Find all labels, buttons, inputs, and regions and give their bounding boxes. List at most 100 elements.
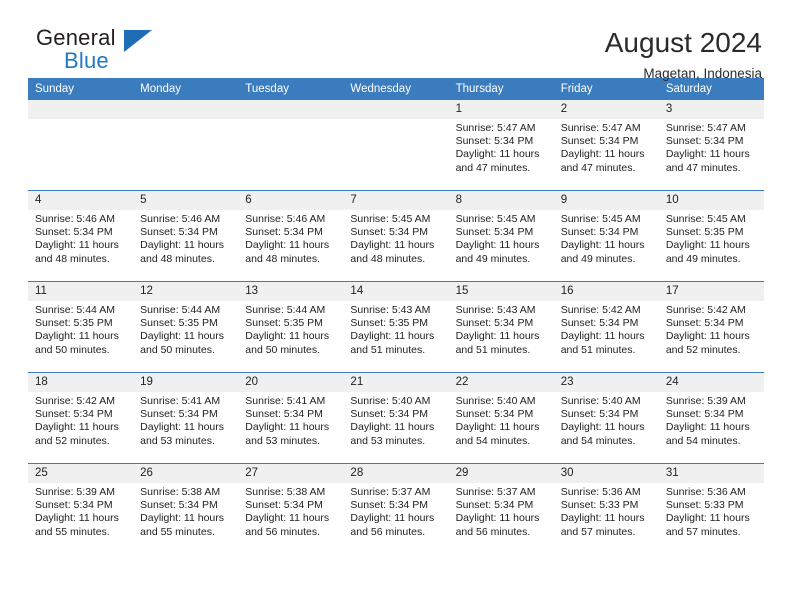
brand-logo[interactable]: General Blue (28, 26, 206, 72)
calendar-day-cell[interactable]: 12 Sunrise: 5:44 AM Sunset: 5:35 PM Dayligh… (133, 281, 239, 373)
sunset-text: Sunset: 5:34 PM (560, 135, 639, 148)
daylight-text-line2: and 51 minutes. (560, 343, 636, 356)
day-cell-inner: 31 Sunrise: 5:36 AM Sunset: 5:33 PM Dayligh… (658, 464, 764, 554)
calendar-day-cell[interactable]: 15 Sunrise: 5:43 AM Sunset: 5:34 PM Dayligh… (448, 281, 554, 373)
calendar-day-cell[interactable]: 2 Sunrise: 5:47 AM Sunset: 5:34 PM Daylight… (553, 100, 659, 191)
day-number: 20 (238, 373, 344, 392)
daylight-text-line2: and 56 minutes. (455, 525, 531, 538)
daylight-text-line1: Daylight: 11 hours (140, 239, 224, 252)
day-number: 21 (343, 373, 449, 392)
calendar-day-cell[interactable]: 9 Sunrise: 5:45 AM Sunset: 5:34 PM Daylight… (553, 190, 659, 282)
day-number: 8 (448, 191, 554, 210)
calendar-day-cell[interactable]: 6 Sunrise: 5:46 AM Sunset: 5:34 PM Daylight… (238, 190, 344, 282)
daylight-text-line1: Daylight: 11 hours (140, 512, 224, 525)
day-details: Sunrise: 5:47 AM Sunset: 5:34 PM Daylight:… (554, 119, 659, 175)
sunrise-text: Sunrise: 5:36 AM (560, 486, 641, 498)
sunset-text: Sunset: 5:35 PM (245, 317, 323, 330)
daylight-text-line1: Daylight: 11 hours (35, 512, 119, 525)
daylight-text-line2: and 54 minutes. (560, 434, 636, 447)
day-cell-inner: 30 Sunrise: 5:36 AM Sunset: 5:33 PM Dayligh… (553, 464, 659, 554)
calendar-day-cell[interactable]: 17 Sunrise: 5:42 AM Sunset: 5:34 PM Dayligh… (658, 281, 764, 373)
calendar-day-cell[interactable]: 16 Sunrise: 5:42 AM Sunset: 5:34 PM Dayligh… (553, 281, 659, 373)
day-cell-inner: 1 Sunrise: 5:47 AM Sunset: 5:34 PM Daylight… (448, 100, 554, 190)
sunrise-text: Sunrise: 5:38 AM (245, 486, 326, 498)
calendar-day-cell[interactable]: 11 Sunrise: 5:44 AM Sunset: 5:35 PM Dayligh… (28, 281, 134, 373)
calendar-day-cell[interactable]: 30 Sunrise: 5:36 AM Sunset: 5:33 PM Dayligh… (553, 463, 659, 554)
calendar-day-cell[interactable]: 7 Sunrise: 5:45 AM Sunset: 5:34 PM Daylight… (343, 190, 449, 282)
calendar-day-cell[interactable]: 4 Sunrise: 5:46 AM Sunset: 5:34 PM Daylight… (28, 190, 134, 282)
calendar-day-cell[interactable]: 1 Sunrise: 5:47 AM Sunset: 5:34 PM Daylight… (448, 100, 554, 191)
sunset-text: Sunset: 5:34 PM (140, 226, 218, 239)
daylight-text-line1: Daylight: 11 hours (350, 512, 435, 525)
daylight-text-line1: Daylight: 11 hours (140, 421, 224, 434)
sunset-text: Sunset: 5:34 PM (665, 135, 744, 148)
daylight-text-line2: and 53 minutes. (245, 434, 320, 447)
daylight-text-line2: and 53 minutes. (140, 434, 215, 447)
page-title: August 2024 (604, 27, 762, 58)
calendar-day-cell[interactable]: 14 Sunrise: 5:43 AM Sunset: 5:35 PM Dayligh… (343, 281, 449, 373)
calendar-day-cell[interactable]: 29 Sunrise: 5:37 AM Sunset: 5:34 PM Dayligh… (448, 463, 554, 554)
day-number (133, 100, 239, 119)
calendar-day-cell[interactable]: 8 Sunrise: 5:45 AM Sunset: 5:34 PM Daylight… (448, 190, 554, 282)
calendar-day-cell[interactable]: 25 Sunrise: 5:39 AM Sunset: 5:34 PM Dayligh… (28, 463, 134, 554)
daylight-text-line2: and 48 minutes. (350, 252, 426, 265)
calendar-day-cell[interactable]: 20 Sunrise: 5:41 AM Sunset: 5:34 PM Dayligh… (238, 372, 344, 464)
day-number (343, 100, 449, 119)
sunrise-text: Sunrise: 5:43 AM (455, 304, 536, 316)
calendar-day-cell[interactable]: 28 Sunrise: 5:37 AM Sunset: 5:34 PM Dayligh… (343, 463, 449, 554)
daylight-text-line1: Daylight: 11 hours (455, 512, 540, 525)
calendar-day-cell[interactable]: 23 Sunrise: 5:40 AM Sunset: 5:34 PM Dayligh… (553, 372, 659, 464)
calendar-day-cell[interactable]: 27 Sunrise: 5:38 AM Sunset: 5:34 PM Dayligh… (238, 463, 344, 554)
daylight-text-line1: Daylight: 11 hours (455, 421, 540, 434)
day-number: 6 (238, 191, 344, 210)
day-details: Sunrise: 5:46 AM Sunset: 5:34 PM Daylight:… (238, 210, 343, 266)
sunset-text: Sunset: 5:34 PM (455, 408, 534, 421)
day-details: Sunrise: 5:39 AM Sunset: 5:34 PM Daylight:… (659, 392, 764, 448)
calendar-day-cell[interactable]: 18 Sunrise: 5:42 AM Sunset: 5:34 PM Dayligh… (28, 372, 134, 464)
day-number: 9 (553, 191, 659, 210)
calendar-week-row: 11 Sunrise: 5:44 AM Sunset: 5:35 PM Dayligh… (28, 281, 764, 373)
dow-header-monday: Monday (133, 78, 239, 100)
sunrise-text: Sunrise: 5:42 AM (665, 304, 746, 316)
calendar-day-cell[interactable]: 5 Sunrise: 5:46 AM Sunset: 5:34 PM Daylight… (133, 190, 239, 282)
daylight-text-line2: and 51 minutes. (455, 343, 531, 356)
calendar-day-cell[interactable]: 26 Sunrise: 5:38 AM Sunset: 5:34 PM Dayligh… (133, 463, 239, 554)
daylight-text-line1: Daylight: 11 hours (245, 330, 330, 343)
daylight-text-line2: and 47 minutes. (560, 161, 636, 174)
day-number: 11 (28, 282, 134, 301)
daylight-text-line2: and 51 minutes. (350, 343, 426, 356)
sunset-text: Sunset: 5:34 PM (560, 317, 639, 330)
calendar-day-cell[interactable]: 22 Sunrise: 5:40 AM Sunset: 5:34 PM Dayligh… (448, 372, 554, 464)
sunrise-text: Sunrise: 5:45 AM (665, 213, 746, 225)
day-number: 19 (133, 373, 239, 392)
triangle-logo-icon (124, 30, 152, 52)
day-number: 25 (28, 464, 134, 483)
daylight-text-line2: and 50 minutes. (245, 343, 320, 356)
day-details: Sunrise: 5:46 AM Sunset: 5:34 PM Daylight:… (28, 210, 133, 266)
daylight-text-line1: Daylight: 11 hours (455, 330, 540, 343)
calendar-day-cell[interactable]: 24 Sunrise: 5:39 AM Sunset: 5:34 PM Dayligh… (658, 372, 764, 464)
daylight-text-line1: Daylight: 11 hours (455, 239, 540, 252)
calendar-day-cell[interactable]: 3 Sunrise: 5:47 AM Sunset: 5:34 PM Daylight… (658, 100, 764, 191)
calendar-day-cell[interactable]: 21 Sunrise: 5:40 AM Sunset: 5:34 PM Dayligh… (343, 372, 449, 464)
day-number: 18 (28, 373, 134, 392)
calendar-day-cell[interactable]: 13 Sunrise: 5:44 AM Sunset: 5:35 PM Dayligh… (238, 281, 344, 373)
day-cell-inner (28, 100, 134, 190)
calendar-day-cell[interactable]: 31 Sunrise: 5:36 AM Sunset: 5:33 PM Dayligh… (658, 463, 764, 554)
day-details: Sunrise: 5:40 AM Sunset: 5:34 PM Daylight:… (343, 392, 448, 448)
day-cell-inner: 25 Sunrise: 5:39 AM Sunset: 5:34 PM Dayligh… (28, 464, 134, 554)
calendar-day-cell[interactable]: 10 Sunrise: 5:45 AM Sunset: 5:35 PM Dayligh… (658, 190, 764, 282)
day-number: 29 (448, 464, 554, 483)
sunrise-text: Sunrise: 5:39 AM (665, 395, 746, 407)
day-details: Sunrise: 5:37 AM Sunset: 5:34 PM Daylight:… (343, 483, 448, 539)
daylight-text-line2: and 48 minutes. (140, 252, 215, 265)
sunset-text: Sunset: 5:33 PM (665, 499, 744, 512)
sunset-text: Sunset: 5:34 PM (665, 408, 744, 421)
calendar-week-row: 18 Sunrise: 5:42 AM Sunset: 5:34 PM Dayligh… (28, 372, 764, 464)
day-details: Sunrise: 5:45 AM Sunset: 5:35 PM Daylight:… (659, 210, 764, 266)
sunset-text: Sunset: 5:34 PM (665, 317, 744, 330)
day-number: 27 (238, 464, 344, 483)
day-number: 31 (658, 464, 764, 483)
daylight-text-line1: Daylight: 11 hours (560, 148, 645, 161)
calendar-day-cell[interactable]: 19 Sunrise: 5:41 AM Sunset: 5:34 PM Dayligh… (133, 372, 239, 464)
